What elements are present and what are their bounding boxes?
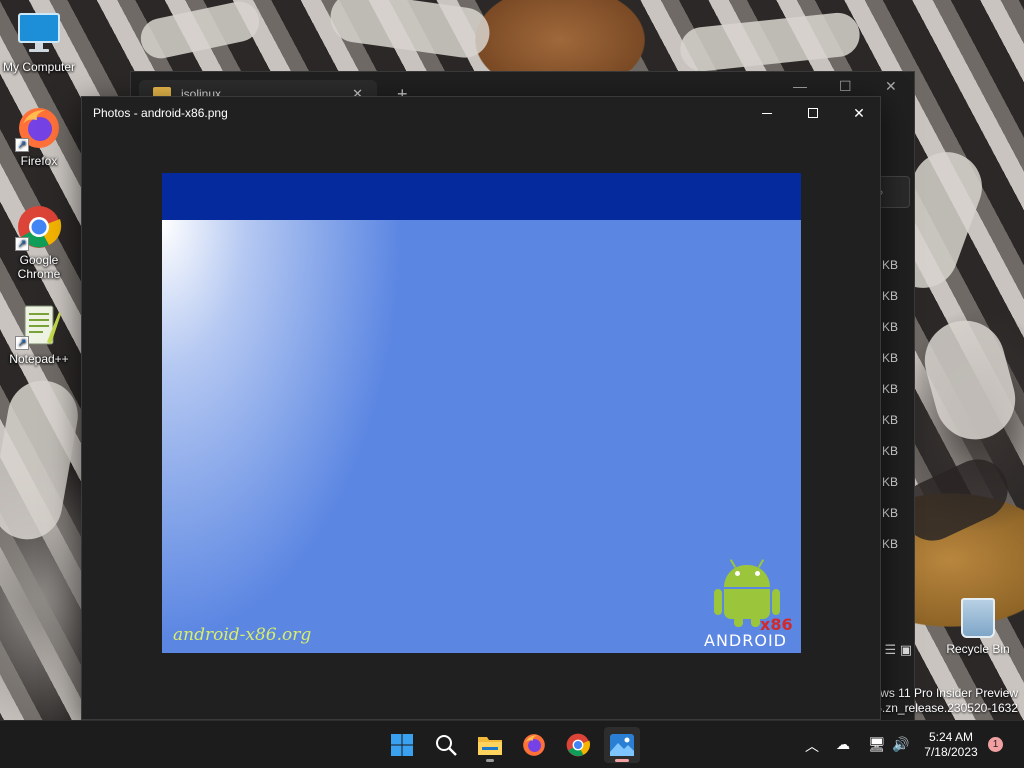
desktop-icon-my-computer[interactable]: My Computer — [1, 10, 77, 74]
chrome-taskbar-button[interactable] — [560, 727, 596, 763]
search-button[interactable] — [428, 727, 464, 763]
file-size: KB — [881, 289, 898, 303]
file-size: KB — [881, 444, 898, 458]
close-button[interactable]: ✕ — [836, 97, 882, 129]
file-size-column: KB KB KB KB KB KB KB KB KB KB — [882, 256, 898, 566]
view-toggle-buttons[interactable]: ☰ ▣ — [884, 642, 912, 658]
window-title: Photos - android-x86.png — [93, 106, 228, 120]
show-hidden-icons-chevron-up-icon[interactable]: ︿ — [805, 736, 819, 756]
desktop-icon-label: Recycle Bin — [946, 642, 1010, 656]
notification-badge[interactable]: 1 — [988, 737, 1003, 752]
chrome-icon: ↗ — [15, 203, 63, 251]
watermark-line: 375.zn_release.230520-1632 — [861, 701, 1018, 715]
onedrive-cloud-icon[interactable]: ☁ — [836, 736, 850, 753]
firefox-icon — [523, 734, 545, 756]
file-size: KB — [881, 475, 898, 489]
file-size: KB — [881, 320, 898, 334]
running-indicator — [486, 759, 494, 762]
minimize-button[interactable] — [744, 97, 790, 129]
firefox-taskbar-button[interactable] — [516, 727, 552, 763]
watermark-line: ows 11 Pro Insider Preview — [873, 686, 1018, 700]
taskbar: ︿ ☁ 🖥 🔊 5:24 AM 7/18/2023 1 — [0, 720, 1024, 768]
minimize-button[interactable]: — — [793, 78, 807, 94]
image-light-gradient — [162, 220, 402, 653]
start-button[interactable] — [384, 727, 420, 763]
desktop-icon-label: Notepad++ — [9, 352, 69, 366]
notepadpp-icon: ↗ — [15, 302, 63, 350]
desktop-icon-firefox[interactable]: ↗ Firefox — [1, 104, 77, 168]
recycle-bin-icon — [961, 598, 995, 638]
shortcut-arrow-icon: ↗ — [15, 138, 29, 152]
clock-time: 5:24 AM — [928, 730, 974, 744]
chrome-icon — [566, 733, 591, 757]
windows-start-icon — [391, 734, 413, 756]
desktop-icon-label: My Computer — [2, 60, 76, 74]
network-icon[interactable]: 🖥 — [868, 736, 886, 753]
desktop-icon-recycle-bin[interactable]: Recycle Bin — [940, 598, 1016, 656]
shortcut-arrow-icon: ↗ — [15, 237, 29, 251]
os-build-watermark: ows 11 Pro Insider Preview 375.zn_releas… — [862, 686, 1018, 716]
desktop-icon-notepadpp[interactable]: ↗ Notepad++ — [1, 302, 77, 366]
search-icon — [436, 735, 457, 756]
photos-icon — [610, 734, 634, 756]
photos-taskbar-button[interactable] — [604, 727, 640, 763]
minimize-icon — [762, 112, 772, 114]
file-size: KB — [881, 258, 898, 272]
maximize-button[interactable]: ☐ — [839, 78, 852, 95]
file-size: KB — [881, 506, 898, 520]
clock-date: 7/18/2023 — [924, 745, 978, 759]
title-bar[interactable]: Photos - android-x86.png ✕ — [82, 97, 880, 129]
displayed-image[interactable]: android-x86.org x86 ANDROID — [162, 173, 801, 653]
firefox-icon: ↗ — [15, 104, 63, 152]
desktop-icon-label: Firefox — [20, 154, 58, 168]
maximize-button[interactable] — [790, 97, 836, 129]
desktop-icon-google-chrome[interactable]: ↗ Google Chrome — [1, 203, 77, 281]
photos-window[interactable]: Photos - android-x86.png ✕ android-x86.o… — [81, 96, 881, 720]
volume-icon[interactable]: 🔊 — [892, 736, 909, 753]
close-icon: ✕ — [853, 104, 865, 121]
desktop-icon-label: Google Chrome — [17, 253, 61, 281]
file-size: KB — [881, 351, 898, 365]
image-top-band — [162, 173, 801, 220]
image-site-text: android-x86.org — [173, 625, 312, 645]
file-size: KB — [881, 382, 898, 396]
file-size: KB — [881, 413, 898, 427]
file-explorer-button[interactable] — [472, 727, 508, 763]
shortcut-arrow-icon: ↗ — [15, 336, 29, 350]
file-size: KB — [881, 537, 898, 551]
system-clock[interactable]: 5:24 AM 7/18/2023 — [920, 730, 982, 760]
monitor-icon — [15, 10, 63, 58]
folder-icon — [478, 737, 502, 755]
android-wordmark: ANDROID — [704, 631, 787, 650]
active-indicator — [615, 759, 629, 762]
maximize-icon — [808, 108, 818, 118]
close-button[interactable]: ✕ — [885, 78, 897, 95]
